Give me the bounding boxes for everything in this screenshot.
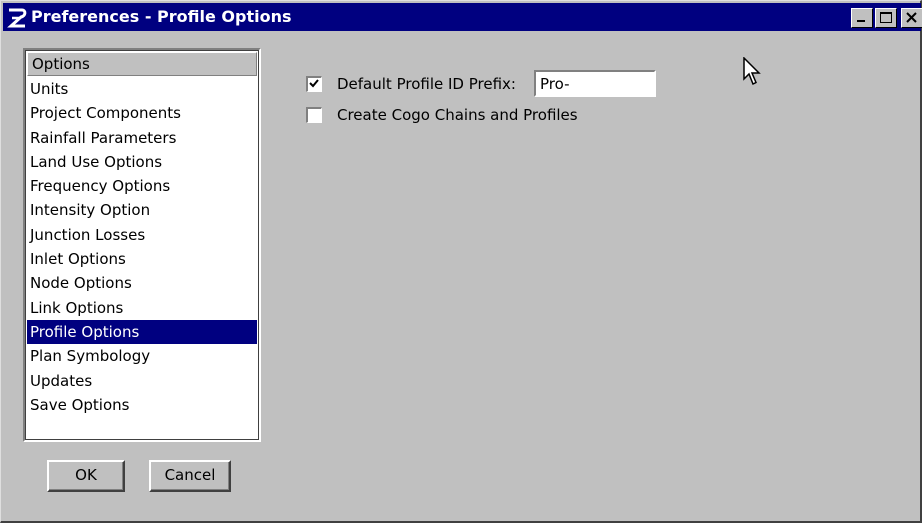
options-list-item[interactable]: Profile Options xyxy=(27,319,257,345)
checkmark-icon xyxy=(309,79,319,88)
window-title: Preferences - Profile Options xyxy=(31,7,292,26)
options-list-item[interactable]: Project Components xyxy=(27,101,257,125)
options-list-item[interactable]: Plan Symbology xyxy=(27,344,257,368)
maximize-button[interactable] xyxy=(875,8,897,28)
options-list-item[interactable]: Land Use Options xyxy=(27,150,257,174)
options-list-item[interactable]: Updates xyxy=(27,369,257,393)
title-bar[interactable]: Preferences - Profile Options xyxy=(3,3,922,31)
preferences-window: Preferences - Profile Options Options Un… xyxy=(0,0,922,523)
minimize-icon xyxy=(857,20,865,22)
options-list-item[interactable]: Units xyxy=(27,77,257,101)
default-prefix-label: Default Profile ID Prefix: xyxy=(337,75,516,93)
options-listbox[interactable]: Options Units Project Components Rainfall … xyxy=(23,48,261,442)
options-list-item[interactable]: Rainfall Parameters xyxy=(27,126,257,150)
cogo-chains-checkbox[interactable] xyxy=(306,107,322,123)
default-prefix-checkbox[interactable] xyxy=(306,76,322,92)
options-list-item[interactable]: Inlet Options xyxy=(27,247,257,271)
options-list-items: Units Project Components Rainfall Paramete… xyxy=(27,77,257,417)
options-list-item[interactable]: Junction Losses xyxy=(27,223,257,247)
options-list-item[interactable]: Node Options xyxy=(27,271,257,295)
profile-prefix-input[interactable] xyxy=(534,70,656,97)
options-list-header: Options xyxy=(27,52,257,76)
close-icon xyxy=(906,12,917,23)
minimize-button[interactable] xyxy=(851,8,873,28)
options-list-item[interactable]: Link Options xyxy=(27,296,257,320)
maximize-icon xyxy=(880,12,892,23)
options-list-item[interactable]: Intensity Option xyxy=(27,198,257,222)
app-logo-icon xyxy=(7,8,27,28)
cogo-chains-label: Create Cogo Chains and Profiles xyxy=(337,106,578,124)
cancel-button[interactable]: Cancel xyxy=(149,460,231,492)
close-button[interactable] xyxy=(901,8,922,28)
mouse-pointer-icon xyxy=(743,57,761,86)
options-list-item[interactable]: Save Options xyxy=(27,393,257,417)
options-list-item[interactable]: Frequency Options xyxy=(27,174,257,198)
ok-button[interactable]: OK xyxy=(47,460,125,492)
